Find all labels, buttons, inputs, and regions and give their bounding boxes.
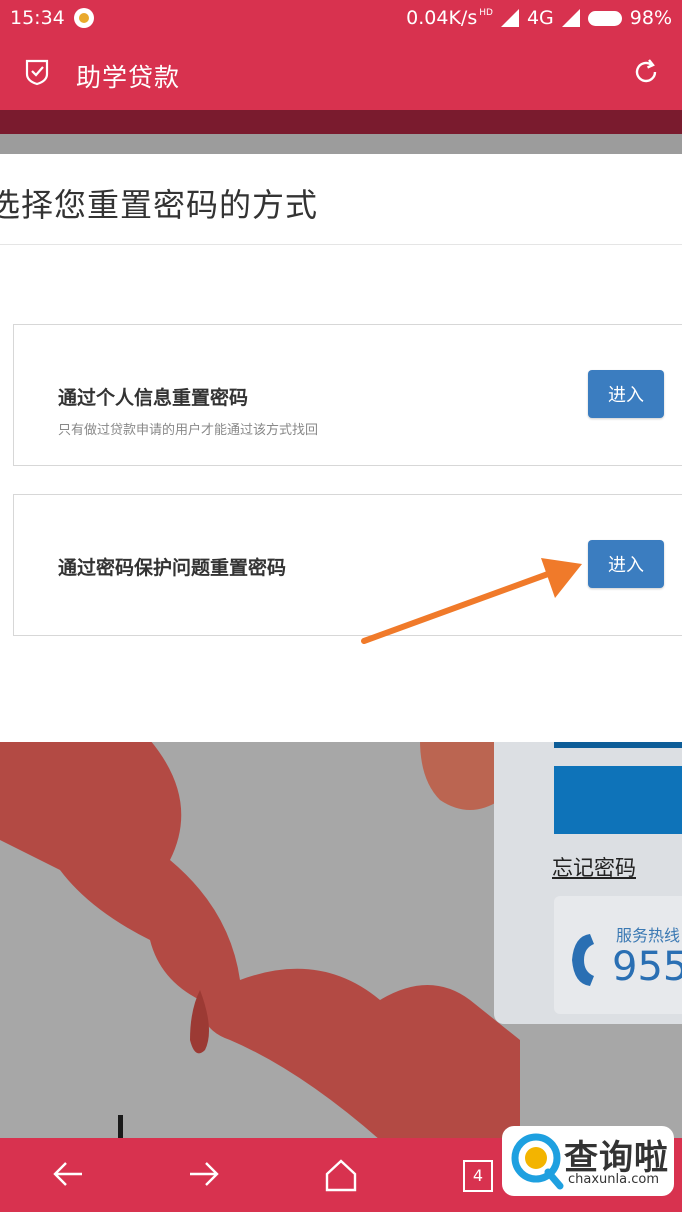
option-title: 通过个人信息重置密码 [58,387,249,409]
hd-label: HD [479,8,493,18]
dialog-title: 选择您重置密码的方式 [0,186,319,224]
search-q-icon [511,1133,564,1190]
option-title: 通过密码保护问题重置密码 [58,557,287,579]
reset-password-dialog: 选择您重置密码的方式 通过个人信息重置密码 只有做过贷款申请的用户才能通过该方式… [0,154,682,742]
header-shadow-band [0,110,682,134]
shield-check-icon[interactable] [24,58,50,86]
network-type: 4G [526,7,554,29]
battery-icon [587,10,622,26]
signal-icon [500,9,519,27]
notification-icon [74,8,94,28]
back-arrow-icon[interactable] [50,1156,86,1192]
status-bar: 15:34 0.04K/s HD 4G 98% [0,0,682,36]
forgot-password-link[interactable]: 忘记密码 [552,852,636,882]
refresh-icon[interactable] [632,58,660,86]
home-icon[interactable] [322,1156,360,1194]
watermark-url: chaxunla.com [568,1172,659,1187]
dialog-divider [0,244,682,245]
signal-icon-2 [561,9,580,27]
app-bar: 助学贷款 [0,36,682,110]
phone-icon [572,934,594,986]
network-speed: 0.04K/s [406,7,478,29]
watermark-logo: 查询啦 chaxunla.com [502,1126,674,1196]
hotline-number: 955 [612,944,682,990]
option-security-question: 通过密码保护问题重置密码 进入 [13,494,682,636]
option-description: 只有做过贷款申请的用户才能通过该方式找回 [58,423,319,438]
hotline-label: 服务热线 [616,926,681,945]
enter-button-security-question[interactable]: 进入 [588,540,664,588]
login-button-bg[interactable] [554,766,682,834]
battery-level: 98% [629,7,672,29]
tabs-icon[interactable]: 4 [463,1160,493,1192]
login-panel: 忘记密码 服务热线 955 [494,740,682,1024]
app-title: 助学贷款 [76,63,181,92]
status-time: 15:34 [10,7,65,29]
enter-button-personal-info[interactable]: 进入 [588,370,664,418]
forward-arrow-icon[interactable] [186,1156,222,1192]
option-personal-info: 通过个人信息重置密码 只有做过贷款申请的用户才能通过该方式找回 进入 [13,324,682,466]
status-right: 0.04K/s HD 4G 98% [406,7,672,29]
